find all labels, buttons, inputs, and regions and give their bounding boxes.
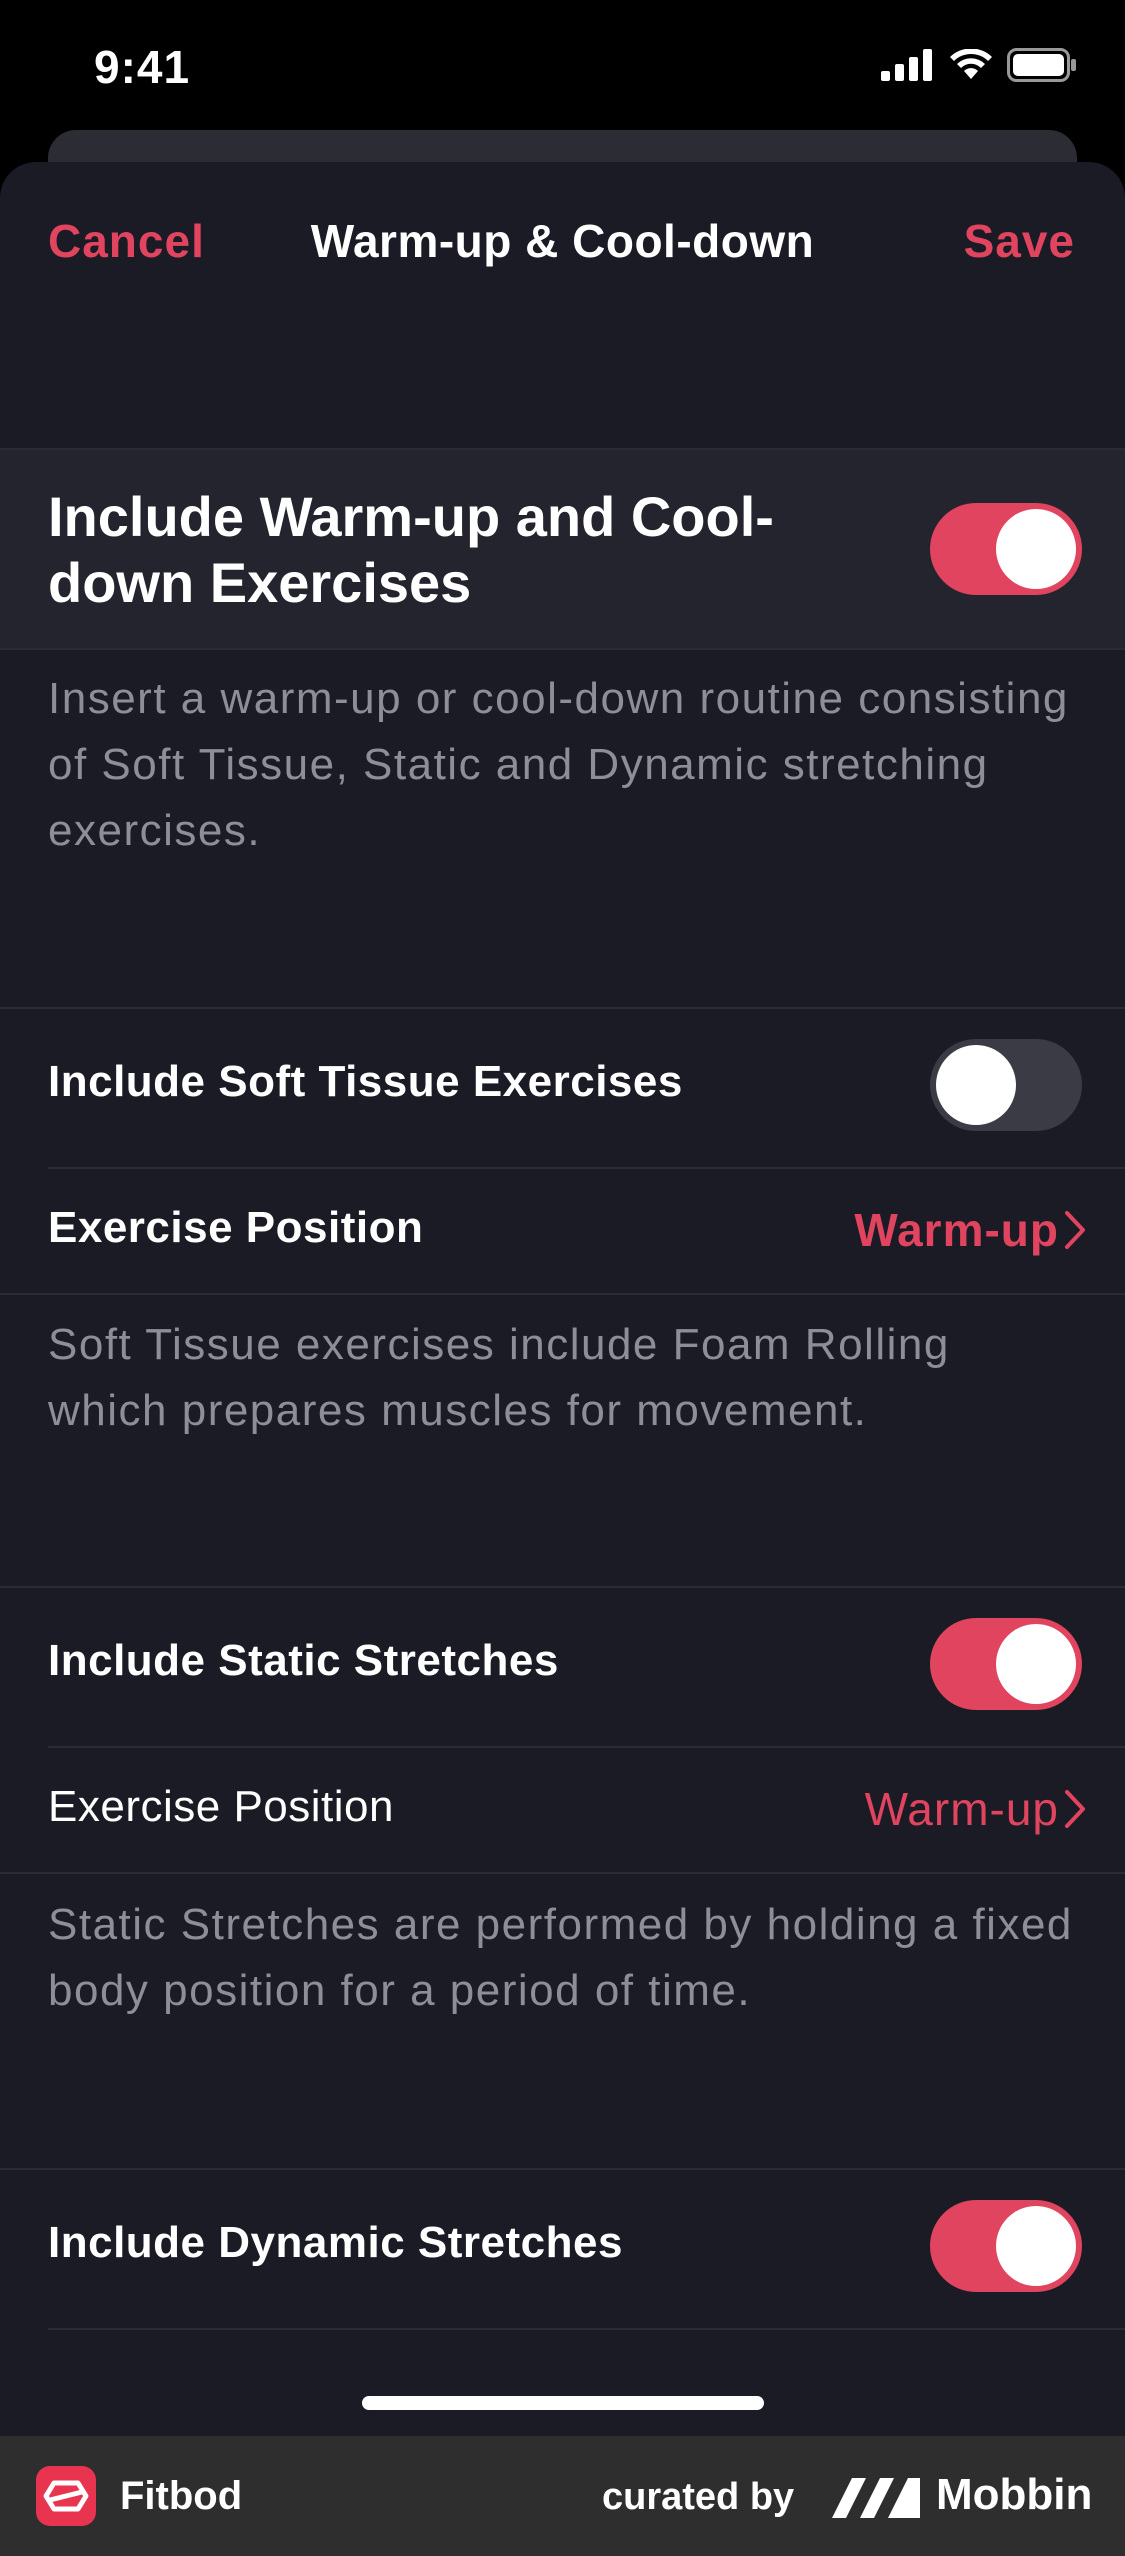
home-indicator [362,2396,764,2410]
warmup-cooldown-toggle[interactable] [930,503,1082,595]
cellular-signal-icon [881,49,932,81]
warmup-description: Insert a warm-up or cool-down routine co… [48,674,1069,855]
soft-tissue-position-label: Exercise Position [48,1203,424,1252]
divider [48,2328,1125,2330]
footer-curated-by: curated by [602,2476,795,2518]
divider [0,648,1125,650]
dynamic-stretches-toggle[interactable] [930,2200,1082,2292]
static-stretches-toggle[interactable] [930,1618,1082,1710]
mobbin-logo-icon [832,2478,920,2518]
static-description: Static Stretches are performed by holdin… [48,1900,1073,2015]
toggle-knob [936,1045,1016,1125]
soft-tissue-toggle[interactable] [930,1039,1082,1131]
chevron-right-icon [1065,1211,1085,1249]
status-time: 9:41 [94,41,191,93]
toggle-knob [996,509,1076,589]
settings-sheet: Warm-up & Cool-down Cancel Save Include … [0,162,1125,2436]
static-position-row[interactable]: Exercise Position Warm-up [0,1748,1125,1872]
footer-brand: Mobbin [936,2470,1093,2519]
toggle-knob [996,2206,1076,2286]
cancel-button[interactable]: Cancel [48,214,205,268]
soft-tissue-label: Include Soft Tissue Exercises [48,1057,683,1106]
static-stretches-row: Include Static Stretches [0,1588,1125,1744]
soft-tissue-position-row[interactable]: Exercise Position Warm-up [0,1169,1125,1293]
soft-tissue-description: Soft Tissue exercises include Foam Rolli… [48,1320,950,1435]
warmup-cooldown-label: Include Warm-up and Cool-down Exercises [48,485,774,614]
static-position-value: Warm-up [864,1783,1059,1835]
divider [0,1872,1125,1874]
wifi-icon [950,49,992,79]
warmup-cooldown-row: Include Warm-up and Cool-down Exercises [0,450,1125,648]
save-button[interactable]: Save [964,214,1075,268]
static-position-label: Exercise Position [48,1782,394,1831]
battery-icon [1007,48,1076,82]
toggle-knob [996,1624,1076,1704]
fitbod-app-icon [36,2466,96,2526]
footer-app-name: Fitbod [120,2474,243,2518]
dynamic-stretches-label: Include Dynamic Stretches [48,2218,623,2267]
soft-tissue-position-value: Warm-up [854,1204,1059,1256]
soft-tissue-row: Include Soft Tissue Exercises [0,1009,1125,1165]
footer-bar: Fitbod curated by Mobbin [0,2436,1125,2556]
chevron-right-icon [1065,1790,1085,1828]
fitbod-logo-icon [43,2480,89,2512]
nav-bar: Warm-up & Cool-down Cancel Save [0,162,1125,332]
status-icons [881,48,1077,82]
dynamic-stretches-row: Include Dynamic Stretches [0,2170,1125,2326]
divider [0,1293,1125,1295]
status-bar: 9:41 [0,0,1125,140]
static-stretches-label: Include Static Stretches [48,1636,559,1685]
